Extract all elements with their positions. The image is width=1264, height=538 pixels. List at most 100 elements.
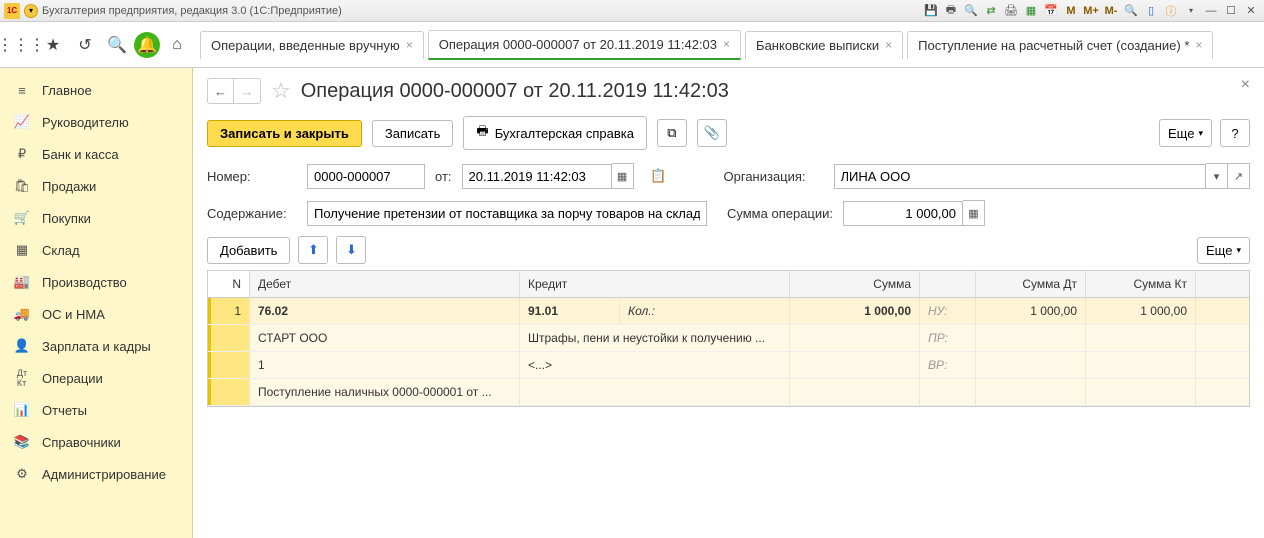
sidebar-item-production[interactable]: 🏭Производство (0, 266, 192, 298)
calendar-icon[interactable]: ▦ (1022, 3, 1040, 19)
minimize-icon[interactable]: — (1202, 3, 1220, 19)
notifications-icon[interactable]: 🔔 (134, 32, 160, 58)
sidebar-item-sales[interactable]: 🛍 Продажи (0, 170, 192, 202)
report-button[interactable]: 🖶 Бухгалтерская справка (463, 116, 647, 150)
cell-sumdt: 1 000,00 (976, 298, 1086, 324)
tab-label: Поступление на расчетный счет (создание)… (918, 38, 1189, 53)
print-icon[interactable]: 🖶 (942, 3, 960, 19)
cell-credit-analytic: Штрафы, пени и неустойки к получению ... (520, 325, 790, 351)
content-input[interactable] (307, 201, 707, 226)
link-icon[interactable]: ⧉ (657, 119, 687, 147)
tab-operation[interactable]: Операция 0000-000007 от 20.11.2019 11:42… (428, 30, 741, 60)
bag-icon: 🛍 (14, 178, 30, 194)
add-row-button[interactable]: Добавить (207, 237, 290, 264)
more-button[interactable]: Еще ▾ (1159, 119, 1212, 147)
sidebar-item-operations[interactable]: ДтКтОперации (0, 362, 192, 394)
close-icon[interactable]: × (406, 38, 413, 52)
table-row[interactable]: СТАРТ ООО Штрафы, пени и неустойки к пол… (208, 325, 1249, 352)
sumop-label: Сумма операции: (727, 206, 833, 221)
panel-icon[interactable]: ▯ (1142, 3, 1160, 19)
open-icon[interactable]: ↗ (1228, 163, 1250, 189)
chevron-down-icon: ▾ (1198, 128, 1203, 139)
org-input[interactable] (834, 164, 1206, 189)
dropdown-icon[interactable]: ▾ (1206, 163, 1228, 189)
save-close-button[interactable]: Записать и закрыть (207, 120, 362, 147)
sidebar-item-bank[interactable]: ₽Банк и касса (0, 138, 192, 170)
sidebar-item-purchases[interactable]: 🛒Покупки (0, 202, 192, 234)
header-debit[interactable]: Дебет (250, 271, 520, 297)
info-icon[interactable]: ⓘ (1162, 3, 1180, 19)
calculator-icon[interactable]: ▦ (963, 200, 985, 226)
close-icon[interactable]: × (1195, 38, 1202, 52)
nav-back-icon[interactable]: ← (208, 79, 234, 103)
sidebar-item-salary[interactable]: 👤Зарплата и кадры (0, 330, 192, 362)
calendar-picker-icon[interactable]: ▦ (612, 163, 634, 189)
sidebar-item-catalog[interactable]: 📚Справочники (0, 426, 192, 458)
history-icon[interactable]: ↺ (70, 30, 100, 60)
nav-arrows: ← → (207, 78, 261, 104)
lock-icon[interactable]: 📋 (644, 162, 674, 190)
header-credit[interactable]: Кредит (520, 271, 790, 297)
chart-icon: 📈 (14, 114, 30, 130)
tab-incoming-payment[interactable]: Поступление на расчетный счет (создание)… (907, 31, 1213, 59)
sidebar-item-main[interactable]: ≡Главное (0, 74, 192, 106)
table-more-button[interactable]: Еще▾ (1197, 237, 1250, 264)
sidebar-label: Руководителю (42, 115, 129, 130)
tabs: Операции, введенные вручную × Операция 0… (200, 30, 1217, 60)
more-label: Еще (1168, 126, 1194, 141)
help-button[interactable]: ? (1220, 119, 1250, 147)
header-sumdt[interactable]: Сумма Дт (976, 271, 1086, 297)
home-icon[interactable]: ⌂ (162, 30, 192, 60)
sidebar-item-reports[interactable]: 📊Отчеты (0, 394, 192, 426)
nav-forward-icon[interactable]: → (234, 79, 260, 103)
memory-mminus[interactable]: M- (1102, 3, 1120, 19)
favorite-icon[interactable]: ★ (38, 30, 68, 60)
date-icon[interactable]: 📅 (1042, 3, 1060, 19)
sumop-input[interactable] (843, 201, 963, 226)
table-row[interactable]: Поступление наличных 0000-000001 от ... (208, 379, 1249, 406)
tab-label: Банковские выписки (756, 38, 879, 53)
attach-icon[interactable]: 📎 (697, 119, 727, 147)
memory-m[interactable]: M (1062, 3, 1080, 19)
close-window-icon[interactable]: ✕ (1242, 3, 1260, 19)
sidebar-label: ОС и НМА (42, 307, 105, 322)
save-button[interactable]: Записать (372, 120, 454, 147)
print2-icon[interactable]: 🖨 (1002, 3, 1020, 19)
close-icon[interactable]: × (885, 38, 892, 52)
memory-mplus[interactable]: M+ (1082, 3, 1100, 19)
header-sumkt[interactable]: Сумма Кт (1086, 271, 1196, 297)
maximize-icon[interactable]: ☐ (1222, 3, 1240, 19)
date-input[interactable] (462, 164, 612, 189)
ruble-icon: ₽ (14, 146, 30, 162)
sidebar-label: Главное (42, 83, 92, 98)
apps-icon[interactable]: ⋮⋮⋮ (6, 30, 36, 60)
tab-bank-statements[interactable]: Банковские выписки × (745, 31, 903, 59)
cell-nu: НУ: (920, 298, 976, 324)
app-menu-dropdown[interactable]: ▾ (24, 4, 38, 18)
header-sum[interactable]: Сумма (790, 271, 920, 297)
preview-icon[interactable]: 🔍 (962, 3, 980, 19)
sidebar-item-admin[interactable]: ⚙Администрирование (0, 458, 192, 490)
move-up-icon[interactable]: ⬆ (298, 236, 328, 264)
titlebar: 1C ▾ Бухгалтерия предприятия, редакция 3… (0, 0, 1264, 22)
header-n[interactable]: N (208, 271, 250, 297)
zoom-icon[interactable]: 🔍 (1122, 3, 1140, 19)
sidebar-label: Продажи (42, 179, 96, 194)
close-icon[interactable]: × (723, 37, 730, 51)
close-document-icon[interactable]: × (1241, 76, 1250, 94)
table-row[interactable]: 1 76.02 91.01 Кол.: 1 000,00 НУ: 1 000,0… (208, 298, 1249, 325)
star-icon[interactable]: ☆ (271, 78, 291, 104)
save-disk-icon[interactable]: 💾 (922, 3, 940, 19)
number-input[interactable] (307, 164, 425, 189)
search-icon[interactable]: 🔍 (102, 30, 132, 60)
info-dropdown-icon[interactable]: ▾ (1182, 3, 1200, 19)
compare-icon[interactable]: ⇄ (982, 3, 1000, 19)
move-down-icon[interactable]: ⬇ (336, 236, 366, 264)
table-row[interactable]: 1 <...> ВР: (208, 352, 1249, 379)
tab-label: Операция 0000-000007 от 20.11.2019 11:42… (439, 37, 717, 52)
app-title: Бухгалтерия предприятия, редакция 3.0 (1… (42, 5, 342, 17)
sidebar-item-warehouse[interactable]: ▦Склад (0, 234, 192, 266)
tab-manual-operations[interactable]: Операции, введенные вручную × (200, 31, 424, 59)
sidebar-item-manager[interactable]: 📈 Руководителю (0, 106, 192, 138)
sidebar-item-assets[interactable]: 🚚ОС и НМА (0, 298, 192, 330)
